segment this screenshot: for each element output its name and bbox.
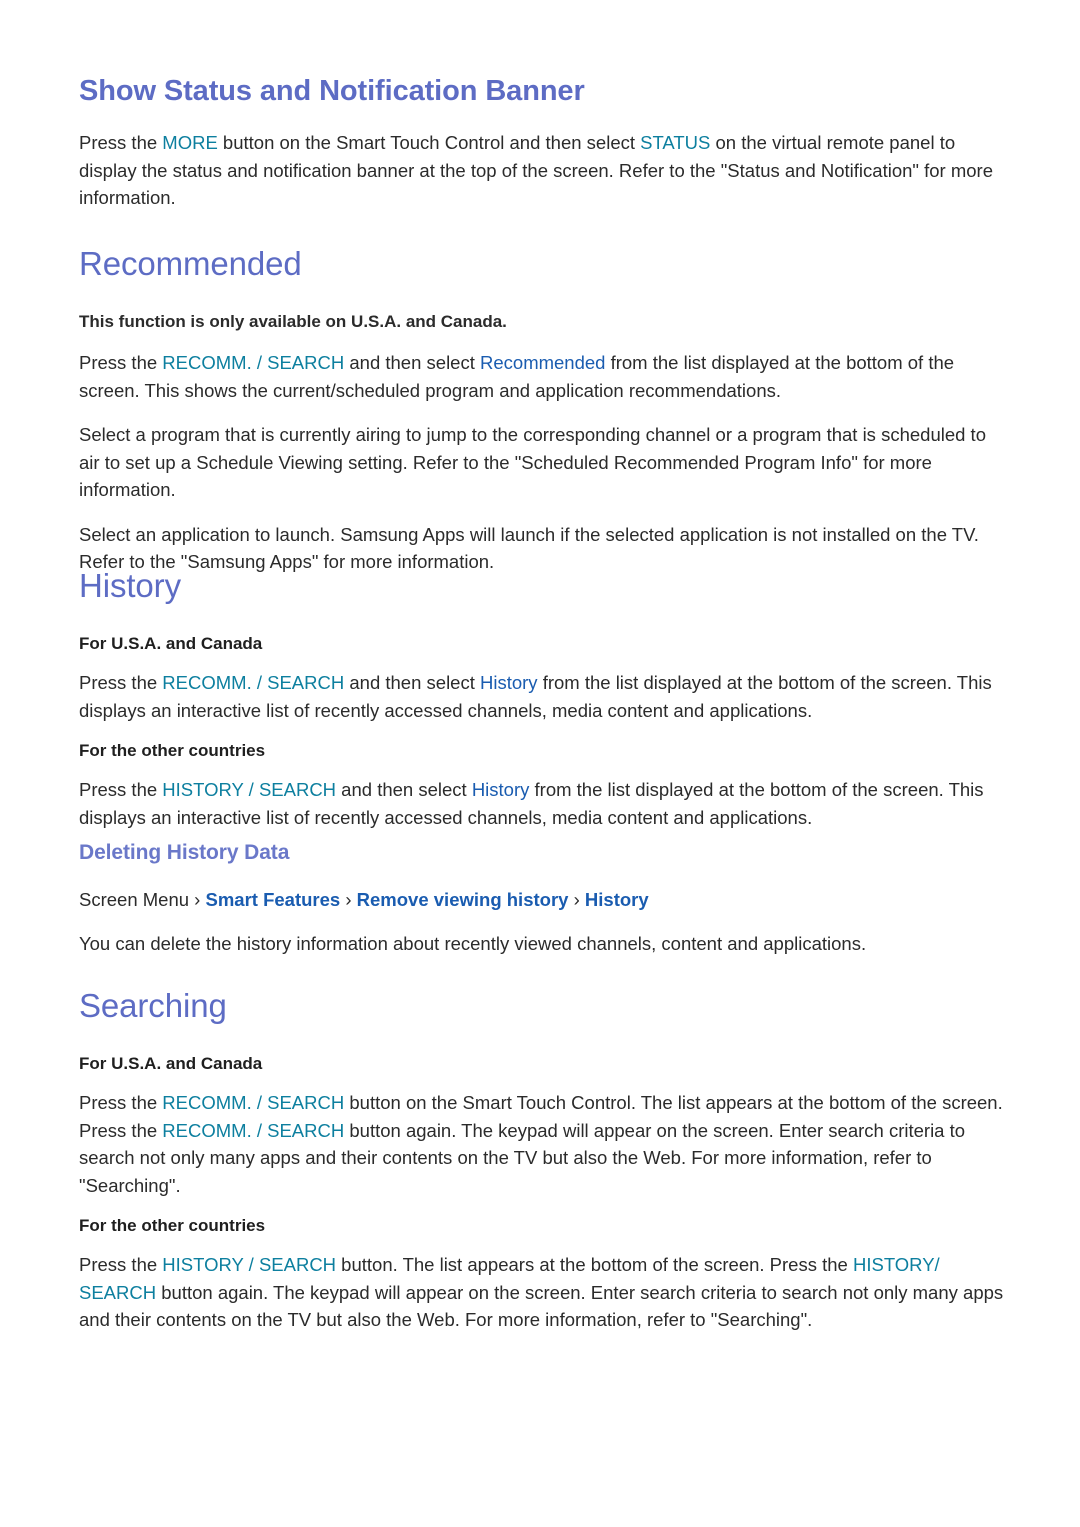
text-fragment: Press the: [79, 1254, 163, 1276]
text-fragment: and then select: [344, 672, 480, 694]
page-title: Show Status and Notification Banner: [79, 75, 585, 107]
token-recommended-menu[interactable]: Recommended: [480, 352, 605, 373]
searching-lead-other: For the other countries: [79, 1216, 266, 1236]
text-fragment: Press the: [79, 672, 163, 694]
text-fragment: Press the: [79, 352, 163, 374]
history-paragraph-usa: Press the RECOMM. / SEARCH and then sele…: [79, 669, 1004, 724]
text-fragment: Press the: [79, 779, 163, 801]
text-fragment: and then select: [336, 779, 472, 801]
history-lead-usa: For U.S.A. and Canada: [79, 634, 263, 654]
section-title-history: History: [79, 567, 181, 604]
searching-paragraph-other: Press the HISTORY / SEARCH button. The l…: [79, 1251, 1004, 1334]
section-history: History For U.S.A. and Canada Press the …: [79, 565, 1004, 831]
token-recomm-search-button[interactable]: RECOMM. / SEARCH: [162, 1092, 344, 1113]
breadcrumb-item-remove-viewing-history[interactable]: Remove viewing history: [357, 889, 569, 910]
token-history-menu[interactable]: History: [472, 779, 530, 800]
chevron-right-icon: ›: [568, 889, 585, 911]
subsection-title-deleting-history-data: Deleting History Data: [79, 841, 290, 864]
token-recomm-search-button[interactable]: RECOMM. / SEARCH: [162, 1120, 344, 1141]
history-paragraph-other: Press the HISTORY / SEARCH and then sele…: [79, 776, 1004, 831]
chevron-right-icon: ›: [340, 889, 357, 911]
recommended-paragraph-2: Select a program that is currently airin…: [79, 424, 986, 501]
text-fragment: and then select: [344, 352, 480, 374]
searching-lead-usa: For U.S.A. and Canada: [79, 1054, 263, 1074]
chevron-right-icon: ›: [189, 889, 206, 911]
recommended-availability-note: This function is only available on U.S.A…: [79, 312, 507, 332]
token-history-button[interactable]: HISTORY: [853, 1254, 935, 1275]
token-history-search-button[interactable]: HISTORY / SEARCH: [162, 779, 336, 800]
document-page: Show Status and Notification Banner Pres…: [0, 0, 1080, 1527]
text-fragment: Press the: [79, 1092, 163, 1114]
token-more-button[interactable]: MORE: [162, 132, 218, 153]
token-status-button[interactable]: STATUS: [640, 132, 710, 153]
show-status-paragraph: Press the MORE button on the Smart Touch…: [79, 129, 1004, 212]
token-recomm-search-button[interactable]: RECOMM. / SEARCH: [162, 352, 344, 373]
breadcrumb-item-history[interactable]: History: [585, 889, 649, 910]
token-recomm-search-button[interactable]: RECOMM. / SEARCH: [162, 672, 344, 693]
section-recommended: Recommended This function is only availa…: [79, 243, 1004, 576]
subsection-deleting-history-data: Deleting History Data Screen Menu › Smar…: [79, 840, 1004, 957]
token-history-menu[interactable]: History: [480, 672, 538, 693]
section-title-recommended: Recommended: [79, 245, 302, 282]
searching-paragraph-usa: Press the RECOMM. / SEARCH button on the…: [79, 1089, 1004, 1199]
breadcrumb-item-smart-features[interactable]: Smart Features: [206, 889, 341, 910]
section-show-status: Show Status and Notification Banner Pres…: [79, 73, 1004, 212]
token-history-search-button[interactable]: HISTORY / SEARCH: [162, 1254, 336, 1275]
section-title-searching: Searching: [79, 987, 227, 1024]
text-fragment: button again. The keypad will appear on …: [79, 1281, 1004, 1331]
deleting-history-paragraph: You can delete the history information a…: [79, 932, 867, 954]
history-lead-other: For the other countries: [79, 741, 266, 761]
text-fragment: button on the Smart Touch Control and th…: [217, 132, 641, 154]
recommended-paragraph-1: Press the RECOMM. / SEARCH and then sele…: [79, 349, 1004, 404]
section-searching: Searching For U.S.A. and Canada Press th…: [79, 985, 1004, 1334]
text-fragment: button. The list appears at the bottom o…: [336, 1254, 853, 1276]
text-fragment: Press the: [79, 132, 163, 154]
breadcrumb: Screen Menu › Smart Features › Remove vi…: [79, 886, 1004, 914]
breadcrumb-root: Screen Menu: [79, 889, 190, 911]
